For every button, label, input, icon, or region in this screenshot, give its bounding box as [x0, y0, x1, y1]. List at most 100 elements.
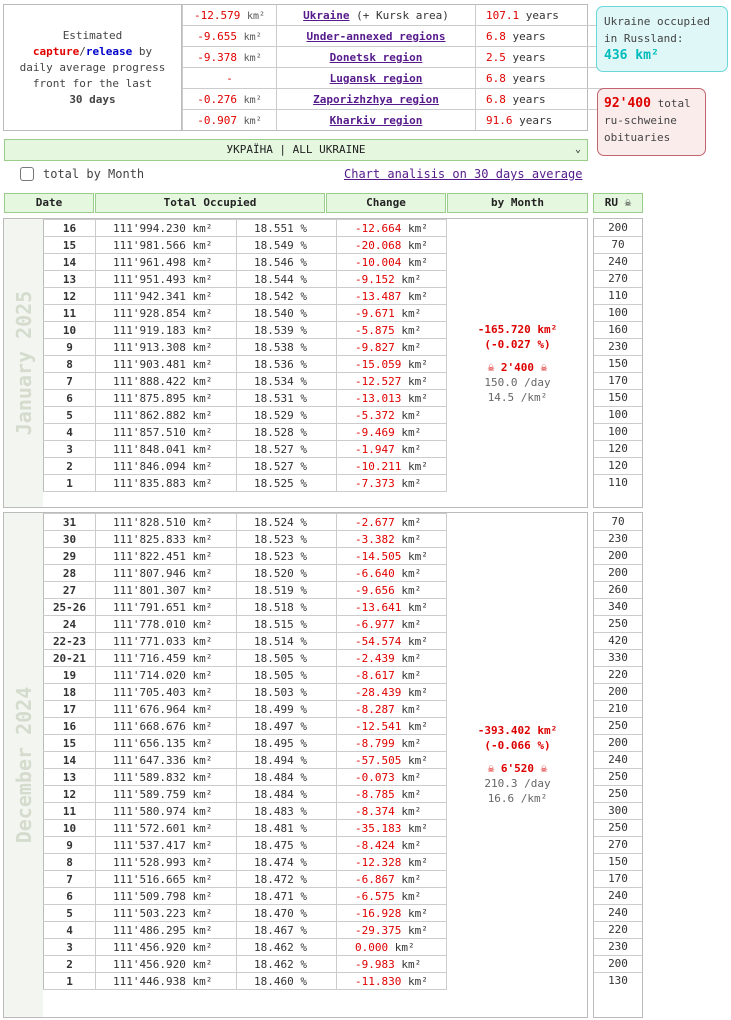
row-total-unit: km² — [192, 515, 213, 529]
row-change-unit: km² — [407, 255, 428, 269]
row-change-unit: km² — [407, 391, 428, 405]
region-suffix: (+ Kursk area) — [349, 8, 449, 22]
row-date: 16 — [43, 717, 96, 735]
row-percent: 18.523 — [254, 549, 294, 563]
row-change-unit: km² — [401, 889, 422, 903]
ru-row: 250 — [594, 717, 642, 735]
row-total: 111'919.183 — [113, 323, 186, 337]
table-row: 15 111'981.566 km² 18.549 % -20.068 km² — [43, 236, 447, 254]
header-by-month[interactable]: by Month — [447, 193, 588, 213]
row-total: 111'961.498 — [113, 255, 186, 269]
row-total: 111'486.295 — [113, 923, 186, 937]
row-percent-unit: % — [300, 340, 307, 354]
row-change: -8.617 — [355, 668, 395, 682]
row-date: 29 — [43, 547, 96, 565]
row-percent-unit: % — [300, 957, 307, 971]
table-row: 10 111'919.183 km² 18.539 % -5.875 km² — [43, 321, 447, 339]
occupied-in-russia-panel: Ukraine occupied in Russland: 436 km² — [596, 6, 728, 72]
obituaries-panel: 92'400 total ru-schweine obituaries — [597, 88, 706, 156]
estimate-panel: Estimated capture/release by daily avera… — [3, 4, 630, 131]
header-ru[interactable]: RU ☠ — [593, 193, 643, 213]
ru-losses: 260 — [594, 581, 642, 599]
row-percent: 18.528 — [254, 425, 294, 439]
ru-row: 210 — [594, 700, 642, 718]
estimate-line3: daily average progress — [19, 60, 166, 74]
ru-row: 150 — [594, 389, 642, 407]
january-summary-per-day: 150.0 /day — [484, 376, 551, 389]
row-total-unit: km² — [192, 685, 213, 699]
table-row: 7 111'516.665 km² 18.472 % -6.867 km² — [43, 870, 447, 888]
table-row: 13 111'951.493 km² 18.544 % -9.152 km² — [43, 270, 447, 288]
header-change[interactable]: Change — [326, 193, 446, 213]
region-link[interactable]: Kharkiv region — [330, 114, 423, 127]
ru-row: 260 — [594, 581, 642, 599]
ru-losses: 120 — [594, 457, 642, 475]
row-percent-unit: % — [300, 736, 307, 750]
table-row: 5 111'862.882 km² 18.529 % -5.372 km² — [43, 406, 447, 424]
december-summary-per-day: 210.3 /day — [484, 777, 551, 790]
january-summary-change: -165.720 — [477, 323, 531, 336]
region-change-unit: km² — [243, 31, 262, 43]
ru-losses: 210 — [594, 700, 642, 718]
ru-row: 220 — [594, 921, 642, 939]
ru-losses: 330 — [594, 649, 642, 667]
header-date[interactable]: Date — [4, 193, 94, 213]
region-link[interactable]: Donetsk region — [330, 51, 423, 64]
header-total-occupied[interactable]: Total Occupied — [95, 193, 325, 213]
region-link[interactable]: Ukraine — [303, 9, 349, 22]
region-select[interactable]: УКРАЇНА | ALL UKRAINE ⌄ — [4, 139, 588, 161]
ru-row: 100 — [594, 406, 642, 424]
row-date: 30 — [43, 530, 96, 548]
ru-losses: 150 — [594, 853, 642, 871]
region-link[interactable]: Lugansk region — [330, 72, 423, 85]
row-total: 111'862.882 — [113, 408, 186, 422]
row-change-unit: km² — [401, 476, 422, 490]
table-row: 19 111'714.020 km² 18.505 % -8.617 km² — [43, 666, 447, 684]
chevron-down-icon: ⌄ — [574, 144, 581, 155]
ru-row: 340 — [594, 598, 642, 616]
row-change: -9.152 — [355, 272, 395, 286]
row-percent-unit: % — [300, 583, 307, 597]
obituaries-line1: total — [650, 97, 691, 110]
row-change-unit: km² — [401, 583, 422, 597]
total-by-month-checkbox[interactable] — [20, 167, 34, 181]
row-total: 111'580.974 — [113, 804, 186, 818]
ru-losses: 200 — [594, 683, 642, 701]
estimate-line4: front for the last — [32, 76, 153, 90]
row-change-unit: km² — [407, 821, 428, 835]
row-date: 17 — [43, 700, 96, 718]
region-link[interactable]: Zaporizhzhya region — [313, 93, 439, 106]
ru-row: 330 — [594, 649, 642, 667]
ru-row: 200 — [594, 734, 642, 752]
row-total-unit: km² — [192, 357, 213, 371]
table-row: 29 111'822.451 km² 18.523 % -14.505 km² — [43, 547, 447, 565]
row-date: 3 — [43, 440, 96, 458]
row-total-unit: km² — [192, 617, 213, 631]
row-total: 111'828.510 — [113, 515, 186, 529]
ru-row: 100 — [594, 304, 642, 322]
row-date: 25-26 — [43, 598, 96, 616]
row-percent: 18.542 — [254, 289, 294, 303]
january-summary-per-km: 14.5 /km² — [487, 391, 548, 404]
table-row: 11 111'928.854 km² 18.540 % -9.671 km² — [43, 304, 447, 322]
row-percent-unit: % — [300, 255, 307, 269]
row-change-unit: km² — [407, 974, 428, 988]
row-total-unit: km² — [192, 906, 213, 920]
region-row: -9.378 km² Donetsk region 2.5 years — [182, 46, 630, 68]
january-ru-column: 200 70 240 270 110 100 160 230 150 170 150 100 100 12… — [593, 218, 643, 508]
row-date: 5 — [43, 406, 96, 424]
estimate-line1: Estimated — [62, 28, 123, 42]
row-percent: 18.515 — [254, 617, 294, 631]
ru-losses: 110 — [608, 476, 628, 490]
chart-analysis-link[interactable]: Chart analisis on 30 days average — [344, 167, 582, 181]
ru-row: 230 — [594, 338, 642, 356]
region-link[interactable]: Under-annexed regions — [306, 30, 445, 43]
row-total: 111'771.033 — [113, 634, 186, 648]
row-total: 111'716.459 — [113, 651, 186, 665]
row-change: -11.830 — [355, 974, 402, 988]
region-years: 6.8 — [486, 71, 506, 85]
row-total-unit: km² — [192, 340, 213, 354]
row-date: 9 — [43, 338, 96, 356]
ru-losses: 100 — [594, 304, 642, 322]
row-total: 111'913.308 — [113, 340, 186, 354]
